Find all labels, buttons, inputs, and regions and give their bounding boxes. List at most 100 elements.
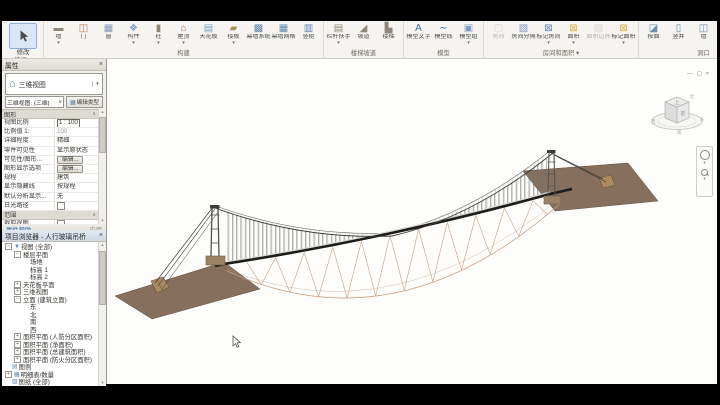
ribbon-item[interactable]: ⊠面积▾ — [561, 22, 586, 46]
ribbon-item[interactable]: ▤天花板 — [196, 22, 221, 41]
checkbox[interactable] — [57, 220, 65, 224]
property-value[interactable]: 显示原状态 — [54, 147, 98, 155]
ribbon-item[interactable]: ↕垂直 — [716, 22, 717, 41]
ribbon-item[interactable]: ▯竖井 — [666, 22, 691, 41]
restore-icon[interactable]: ▢ — [697, 71, 702, 77]
modify-button[interactable]: 修改 — [5, 22, 41, 56]
ribbon-item[interactable]: ▬墙▾ — [46, 22, 71, 46]
zoom-icon[interactable] — [701, 169, 708, 176]
ribbon-item[interactable]: ▙楼梯 — [376, 22, 401, 41]
view-filter-dropdown[interactable]: 三维视图: {三维}∨ — [5, 96, 64, 108]
close-icon[interactable]: × — [99, 61, 103, 68]
ribbon-group-label[interactable]: 房间和面积 ▾ — [486, 49, 636, 58]
edit-button[interactable]: 编辑... — [57, 156, 83, 164]
ribbon-item[interactable]: ∼模型线 — [431, 22, 456, 41]
ribbon-item[interactable]: ▤栏杆扶手▾ — [326, 22, 351, 46]
ribbon-item[interactable]: ⌂屋顶▾ — [171, 22, 196, 46]
tree-item[interactable]: 场地 — [2, 258, 98, 266]
collapse-node-icon[interactable]: − — [5, 243, 12, 250]
ribbon-item[interactable]: ▣模型组▾ — [456, 22, 481, 46]
ribbon-item[interactable]: ▥竖梃 — [296, 22, 321, 41]
group-label-text: 房间和面积 — [543, 50, 574, 57]
ribbon-item[interactable]: ◫墙 — [691, 22, 716, 41]
property-value[interactable]: 建筑 — [54, 174, 98, 182]
steering-wheel-icon[interactable] — [700, 150, 710, 160]
edit-type-button[interactable]: ▦ 编辑类型 — [66, 96, 103, 108]
dropdown-arrow-icon[interactable]: ▾ — [703, 177, 705, 181]
3d-view-canvas[interactable]: — ▢ × 西 东 南 北 上 前 — [107, 59, 717, 384]
edit-button[interactable]: 编辑... — [57, 165, 83, 173]
tree-item[interactable]: +面积平面 (防火分区面积) — [2, 356, 98, 364]
ribbon-item-label: 门 — [80, 34, 86, 41]
property-value[interactable]: 编辑... — [54, 165, 98, 173]
property-value[interactable]: 1 : 100 — [54, 119, 98, 127]
property-value[interactable]: 精细 — [54, 137, 98, 145]
ribbon-group-label[interactable]: 洞口 — [641, 49, 717, 58]
ribbon-group-label[interactable]: 模型 — [406, 49, 481, 58]
property-value[interactable] — [54, 220, 98, 224]
minimize-icon[interactable]: — — [687, 71, 693, 77]
mullion-icon: ▥ — [304, 23, 313, 34]
chevron-down-icon[interactable]: ▾ — [92, 81, 102, 87]
window-icon: ▦ — [104, 23, 113, 34]
ribbon-item[interactable]: ▩幕墙系统 — [246, 22, 271, 41]
ribbon-item[interactable]: ⊠标记面积▾ — [611, 22, 636, 46]
tree-item[interactable]: 南 — [2, 318, 98, 326]
property-section-header[interactable]: 范围∧ — [2, 211, 98, 220]
ribbon-item[interactable]: ⊠标记房间▾ — [536, 22, 561, 46]
type-selector[interactable]: ⌂ 三维视图 ▾ — [5, 73, 103, 95]
tree-item[interactable]: −立面 (建筑立面) — [2, 296, 98, 304]
ribbon-item[interactable]: ◫门 — [71, 22, 96, 41]
collapse-node-icon[interactable]: − — [14, 251, 21, 258]
ribbon-group-label[interactable]: 构建 — [46, 49, 321, 58]
tree-item[interactable]: −楼层平面 — [2, 251, 98, 259]
property-value[interactable]: 100 — [54, 128, 98, 136]
property-value[interactable] — [54, 202, 98, 210]
ribbon-item[interactable]: A模型文字 — [406, 22, 431, 41]
tree-item[interactable]: +▦明细表/数量 — [2, 371, 98, 379]
ribbon-item[interactable]: ❖构件▾ — [121, 22, 146, 46]
checkbox[interactable] — [57, 202, 65, 210]
expand-node-icon[interactable]: + — [14, 281, 21, 288]
ribbon-item[interactable]: ◢坡道 — [351, 22, 376, 41]
ribbon-item[interactable]: ▰楼板▾ — [221, 22, 246, 46]
collapse-node-icon[interactable]: − — [14, 296, 21, 303]
section-label: 范围 — [4, 210, 16, 219]
property-value[interactable]: 按规程 — [54, 183, 98, 191]
curtain-system-icon: ▩ — [254, 23, 263, 34]
expand-node-icon[interactable]: + — [14, 348, 21, 355]
viewcube[interactable]: 西 东 南 北 上 前 — [650, 88, 706, 140]
tree-item[interactable]: 东 — [2, 303, 98, 311]
ribbon-group-label[interactable]: 楼梯坡道 — [326, 49, 401, 58]
ribbon-item[interactable]: ▦幕墙网格 — [271, 22, 296, 41]
project-browser-title: 项目浏览器 - 人行玻璃吊桥 — [5, 231, 86, 241]
ribbon-item[interactable]: ▨面积边界 — [586, 22, 611, 41]
tree-item[interactable]: 标高 1 — [2, 266, 98, 274]
dropdown-arrow-icon[interactable]: ▾ — [703, 161, 705, 165]
legend-icon: ▤ — [12, 363, 18, 370]
expand-node-icon[interactable]: + — [14, 333, 21, 340]
tree-item[interactable]: 北 — [2, 311, 98, 319]
browser-scrollbar[interactable]: ▴ ▾ — [98, 242, 106, 386]
ribbon-item[interactable]: ▦窗 — [96, 22, 121, 41]
expand-node-icon[interactable]: + — [14, 288, 21, 295]
property-row: 图形显示选项编辑... — [2, 165, 98, 174]
tree-item[interactable]: ▧图纸 (全部) — [2, 378, 98, 386]
property-section-header[interactable]: 图形∧ — [2, 110, 98, 119]
ribbon-item[interactable]: ▮柱▾ — [146, 22, 171, 46]
ribbon-item[interactable]: ▧房间分隔 — [511, 22, 536, 41]
bridge-model[interactable] — [107, 59, 717, 384]
ribbon-group-0: ▬墙▾◫门▦窗❖构件▾▮柱▾⌂屋顶▾▤天花板▰楼板▾▩幕墙系统▦幕墙网格▥竖梃构… — [44, 21, 324, 58]
tree-item[interactable]: −▼视图 (全部) — [2, 243, 98, 251]
expand-node-icon[interactable]: + — [14, 341, 21, 348]
expand-node-icon[interactable]: + — [5, 371, 12, 378]
close-icon[interactable]: × — [706, 71, 709, 77]
tree-item[interactable]: +天花板平面 — [2, 281, 98, 289]
ribbon-item[interactable]: ◪按面 — [641, 22, 666, 41]
property-value[interactable]: 编辑... — [54, 156, 98, 164]
navigation-bar[interactable]: ▾ ▾ — [696, 146, 713, 197]
close-icon[interactable]: × — [99, 232, 103, 239]
properties-scrollbar[interactable]: ▴ ▾ — [98, 109, 106, 224]
ribbon-item[interactable]: ▢房间 — [486, 22, 511, 41]
property-value[interactable]: 无 — [54, 193, 98, 201]
